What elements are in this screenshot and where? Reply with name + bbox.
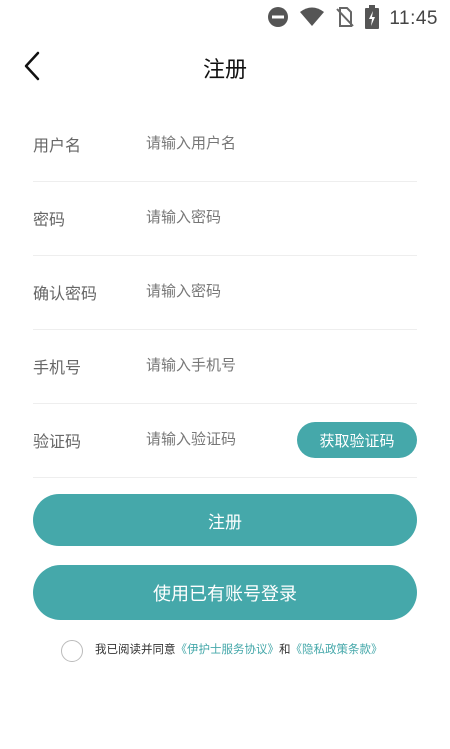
- phone-label: 手机号: [33, 358, 82, 377]
- navbar: 注册: [0, 44, 450, 92]
- username-label: 用户名: [33, 136, 82, 155]
- confirm-password-row: 确认密码: [33, 256, 417, 330]
- battery-charging-icon: [365, 5, 380, 33]
- verification-code-row: 验证码 获取验证码: [33, 404, 417, 478]
- privacy-policy-link[interactable]: 《隐私政策条款》: [291, 642, 383, 656]
- do-not-disturb-icon: [267, 6, 289, 32]
- status-icons: 11:45: [267, 5, 438, 33]
- password-label: 密码: [33, 210, 66, 229]
- login-existing-account-button[interactable]: 使用已有账号登录: [33, 565, 417, 620]
- page-title: 注册: [202, 58, 247, 83]
- verification-code-label: 验证码: [33, 432, 82, 451]
- password-row: 密码: [33, 182, 417, 256]
- password-input[interactable]: [146, 200, 296, 234]
- wifi-icon: [299, 6, 325, 32]
- username-row: 用户名: [33, 108, 417, 182]
- agreement-conjunction: 和: [279, 642, 291, 656]
- confirm-password-input[interactable]: [146, 274, 296, 308]
- get-code-button[interactable]: 获取验证码: [297, 422, 417, 458]
- verification-code-input[interactable]: [146, 422, 296, 456]
- register-button[interactable]: 注册: [33, 494, 417, 546]
- status-time: 11:45: [389, 8, 438, 29]
- confirm-password-label: 确认密码: [33, 284, 98, 303]
- status-bar: 11:45: [0, 0, 450, 36]
- agreement: 我已阅读并同意《伊护士服务协议》和《隐私政策条款》: [61, 640, 383, 662]
- agreement-text: 我已阅读并同意《伊护士服务协议》和《隐私政策条款》: [95, 641, 383, 657]
- agreement-prefix: 我已阅读并同意: [95, 642, 176, 656]
- register-form: 用户名 密码 确认密码 手机号 验证码 获取验证码: [33, 108, 417, 478]
- agreement-checkbox[interactable]: [61, 640, 83, 662]
- no-sim-icon: [335, 6, 355, 32]
- phone-input[interactable]: [146, 348, 296, 382]
- phone-row: 手机号: [33, 330, 417, 404]
- username-input[interactable]: [146, 126, 296, 160]
- service-agreement-link[interactable]: 《伊护士服务协议》: [176, 642, 280, 656]
